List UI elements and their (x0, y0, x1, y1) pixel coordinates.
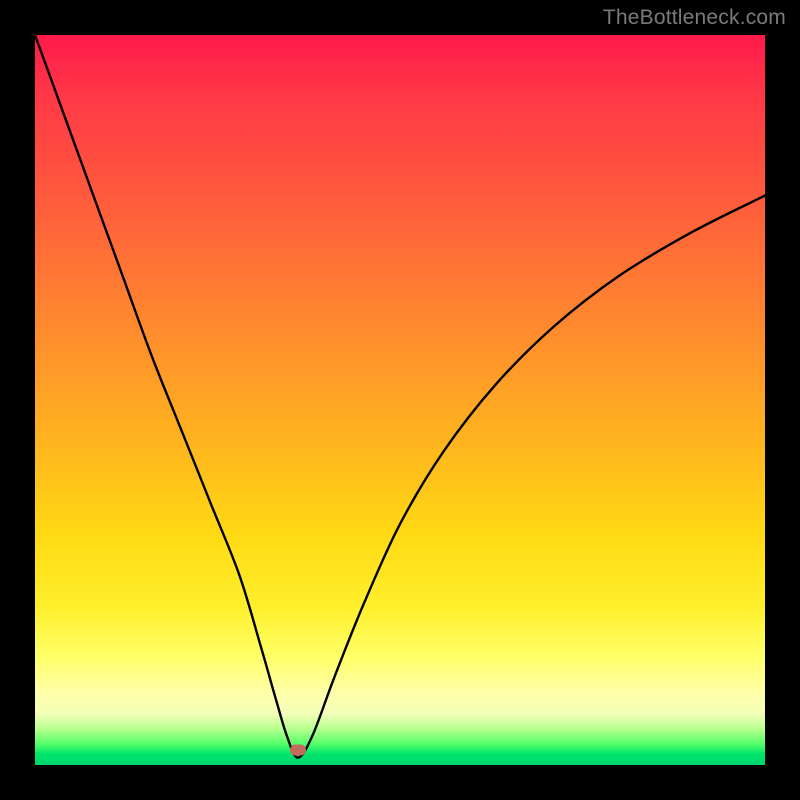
bottleneck-curve (35, 35, 765, 765)
watermark-text: TheBottleneck.com (603, 6, 786, 30)
plot-area (35, 35, 765, 765)
bottleneck-marker (290, 745, 306, 756)
chart-frame: TheBottleneck.com (0, 0, 800, 800)
